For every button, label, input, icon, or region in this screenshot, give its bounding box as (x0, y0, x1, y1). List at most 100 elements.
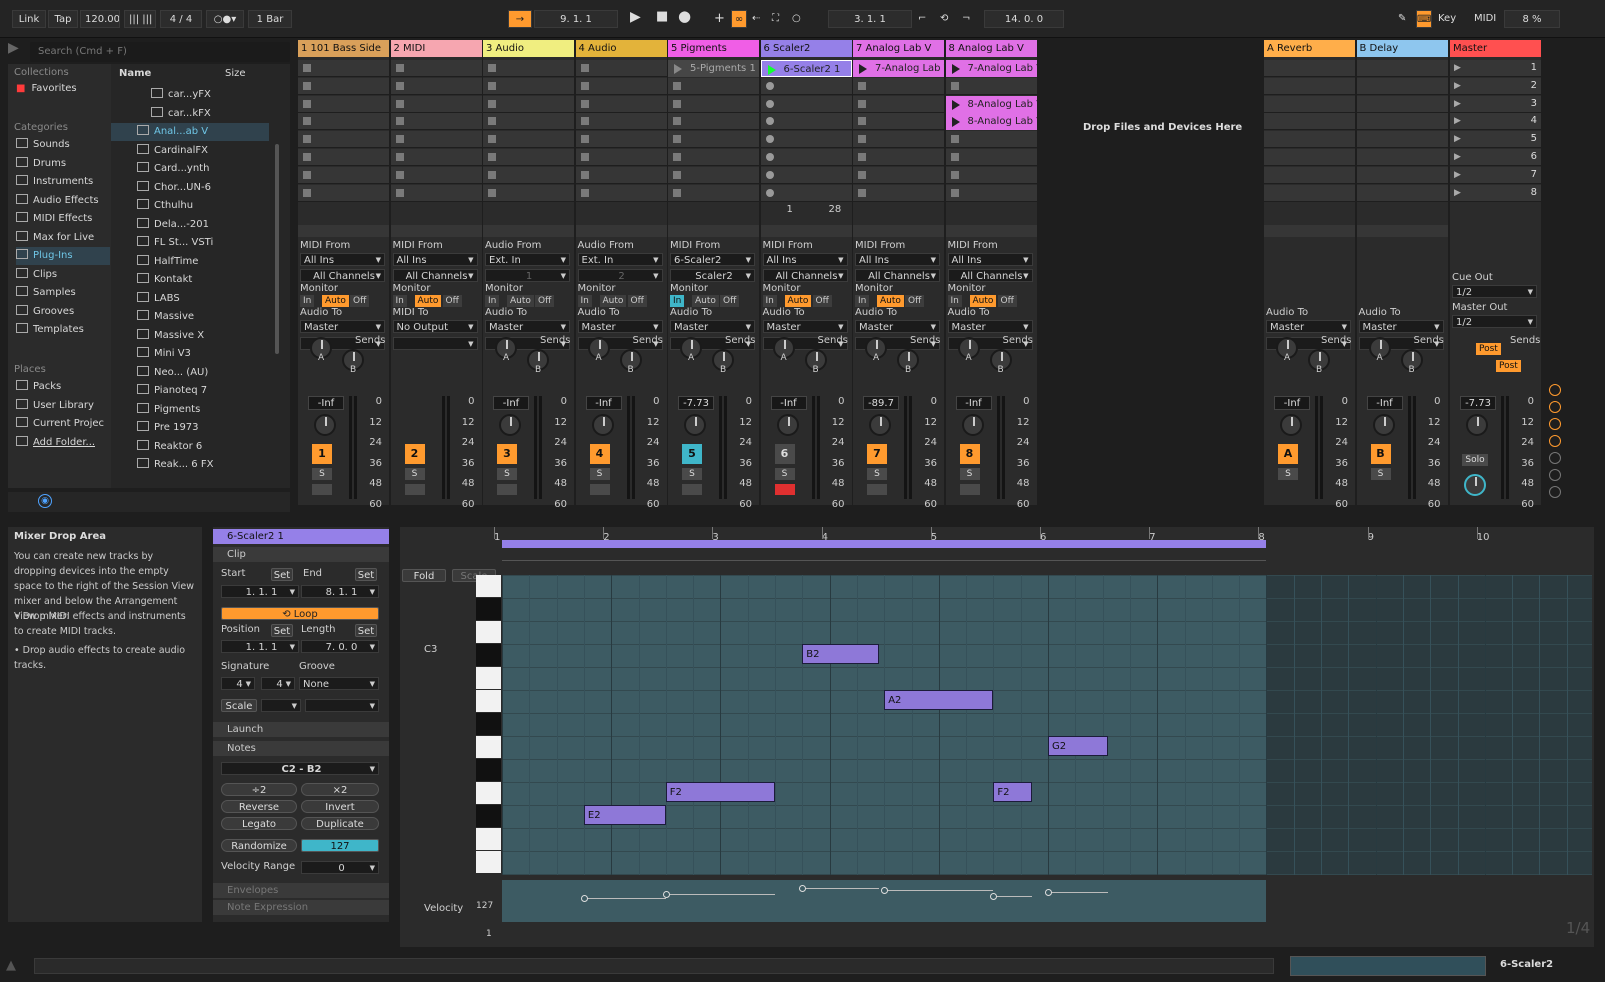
scene-slot[interactable]: ▶ 1 (1450, 60, 1541, 77)
time-signature-field[interactable]: 4 / 4 (160, 10, 202, 28)
pan-knob[interactable] (1372, 414, 1395, 436)
monitor-in-button[interactable]: In (947, 295, 962, 307)
clip-slot[interactable] (853, 95, 944, 113)
plugin-item[interactable]: FL St... VSTi (111, 234, 269, 252)
clip-slot[interactable] (483, 77, 574, 95)
velocity-bar[interactable] (583, 898, 666, 899)
piano-key[interactable] (476, 782, 501, 804)
velocity-range-field[interactable]: 0 (301, 861, 379, 874)
category-plug-ins[interactable]: Plug-Ins (16, 247, 110, 265)
master-header[interactable]: Master (1450, 40, 1541, 57)
velocity-lane[interactable] (502, 880, 1592, 922)
clip-slot[interactable] (298, 77, 389, 95)
clip-slot[interactable] (853, 113, 944, 131)
velocity-handle[interactable] (580, 895, 588, 902)
clip-slot[interactable] (575, 60, 667, 77)
name-column-header[interactable]: Name (119, 65, 151, 83)
plugin-item[interactable]: Chor...UN-6 (111, 179, 269, 197)
clip-slot[interactable] (1264, 184, 1355, 202)
track-header[interactable]: 7 Analog Lab V (853, 40, 944, 57)
arm-button[interactable] (774, 484, 795, 495)
monitor-auto-button[interactable]: Auto (877, 295, 904, 307)
clip-slot[interactable] (760, 131, 852, 149)
category-sounds[interactable]: Sounds (16, 136, 70, 154)
arm-button[interactable] (959, 484, 980, 495)
plugin-item[interactable]: Card...ynth (111, 160, 269, 178)
capture-icon[interactable]: ⛶ (772, 10, 779, 28)
place-current-projec[interactable]: Current Projec (16, 415, 104, 433)
pan-knob[interactable] (776, 414, 799, 436)
plugin-item[interactable]: Pre 1973 (111, 419, 269, 437)
clip[interactable]: 7-Analog Lab V (853, 60, 944, 77)
piano-key[interactable] (476, 667, 501, 689)
position-set-button[interactable]: Set (271, 624, 293, 637)
clip-slot[interactable] (298, 149, 389, 166)
volume-field[interactable]: -Inf (493, 396, 529, 410)
solo-button[interactable]: S (867, 468, 887, 480)
monitor-in-button[interactable]: In (392, 295, 407, 307)
plugin-item[interactable]: HalfTime (111, 253, 269, 271)
piano-keyboard[interactable] (476, 575, 501, 875)
clip-slot[interactable] (760, 113, 852, 131)
place-add-folder-[interactable]: Add Folder... (16, 434, 95, 452)
clip-slot[interactable] (298, 131, 389, 149)
preview-icon[interactable]: ◉ (38, 494, 52, 508)
monitor-off-button[interactable]: Off (905, 295, 925, 307)
track-header[interactable]: A Reverb (1264, 40, 1355, 57)
monitor-in-button[interactable]: In (762, 295, 777, 307)
category-drums[interactable]: Drums (16, 155, 66, 173)
piano-key[interactable] (476, 736, 501, 758)
piano-key[interactable] (476, 621, 501, 643)
clip-slot[interactable] (1264, 95, 1355, 113)
stop-icon[interactable]: ■ (656, 8, 668, 26)
clip-slot[interactable] (390, 95, 482, 113)
clip-slot[interactable] (575, 184, 667, 202)
clip-slot[interactable] (853, 149, 944, 166)
length-field[interactable]: 7. 0. 0 (301, 640, 379, 653)
output-type-select[interactable]: Master (1358, 320, 1444, 333)
solo-button[interactable]: S (589, 468, 610, 480)
clip-slot[interactable] (1264, 113, 1355, 131)
clip-slot[interactable] (298, 95, 389, 113)
clip[interactable]: 7-Analog Lab V (945, 60, 1037, 77)
pan-knob[interactable] (684, 414, 706, 436)
velocity-bar[interactable] (884, 890, 994, 891)
plugin-item[interactable]: CardinalFX (111, 142, 269, 160)
arm-button[interactable] (589, 484, 610, 495)
output-type-select[interactable]: Master (762, 320, 848, 333)
input-type-select[interactable]: All Ins (947, 253, 1033, 266)
track-activator[interactable]: 4 (589, 444, 610, 464)
clip-slot[interactable] (760, 166, 852, 184)
clip-slot[interactable] (853, 166, 944, 184)
mixer-section-toggle-icon[interactable] (1549, 452, 1561, 464)
scene-launch-icon[interactable]: ▶ (1454, 134, 1461, 144)
velocity-bar[interactable] (993, 896, 1032, 897)
output-type-select[interactable]: Master (300, 320, 385, 333)
loop-length-field[interactable]: 14. 0. 0 (984, 10, 1064, 28)
clip-slot[interactable] (575, 149, 667, 166)
plugin-item[interactable]: Cthulhu (111, 197, 269, 215)
pan-knob[interactable] (1280, 414, 1302, 436)
track-header[interactable]: 3 Audio (483, 40, 574, 57)
clip-slot[interactable] (575, 77, 667, 95)
track-activator[interactable]: 3 (497, 444, 517, 464)
track-activator[interactable]: 6 (774, 444, 795, 464)
track-activator[interactable]: 7 (867, 444, 887, 464)
pan-knob[interactable] (499, 414, 521, 436)
draw-mode-icon[interactable]: ✎ (1398, 10, 1406, 28)
output-type-select[interactable]: Master (855, 320, 940, 333)
input-channel-select[interactable]: All Channels (300, 269, 385, 282)
clip-section-header[interactable]: Clip (213, 547, 389, 562)
mixer-section-toggle-icon[interactable] (1549, 418, 1561, 430)
cue-out-select[interactable]: 1/2 (1452, 285, 1537, 298)
clip-slot[interactable] (668, 77, 759, 95)
input-type-select[interactable]: Ext. In (577, 253, 663, 266)
output-type-select[interactable]: Master (485, 320, 570, 333)
clip-slot[interactable] (668, 166, 759, 184)
note-expression-section-header[interactable]: Note Expression (213, 900, 389, 915)
size-column-header[interactable]: Size (225, 65, 246, 83)
arm-button[interactable] (404, 484, 425, 495)
output-channel-select[interactable] (392, 337, 478, 350)
scale-toggle[interactable]: Scale (221, 699, 257, 712)
clip-slot[interactable] (760, 95, 852, 113)
